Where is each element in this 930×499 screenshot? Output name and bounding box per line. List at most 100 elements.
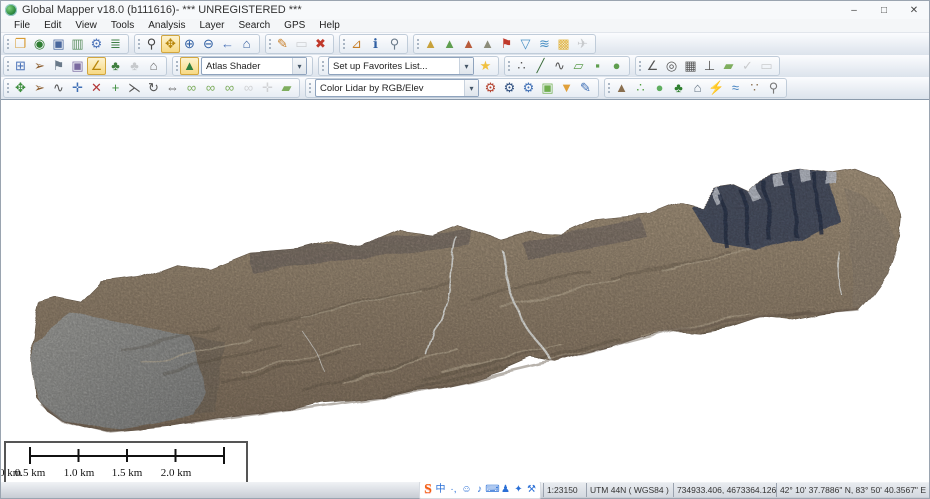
zoom-box-icon[interactable]: ⚲	[142, 35, 161, 53]
draw-line-icon[interactable]: ╱	[531, 57, 550, 75]
lidar-extract-features-icon[interactable]: ▣	[538, 79, 557, 97]
maximize-button[interactable]: □	[869, 1, 899, 19]
ime-person-icon[interactable]: ♟	[499, 483, 512, 497]
menu-file[interactable]: File	[7, 19, 37, 32]
pan-hand-icon[interactable]: ✥	[161, 35, 180, 53]
lidar-classify-gear-icon[interactable]: ⚙	[500, 79, 519, 97]
shift-feature-icon[interactable]: ➢	[30, 79, 49, 97]
class-water-icon[interactable]: ≈	[726, 79, 745, 97]
intersect-lines-icon[interactable]: ∞	[220, 79, 239, 97]
view-shed-icon[interactable]: ▲	[459, 35, 478, 53]
move-map-icon[interactable]: ✥	[11, 79, 30, 97]
measure-tool-icon[interactable]: ⊿	[347, 35, 366, 53]
chevron-down-icon[interactable]: ▾	[292, 58, 306, 74]
lidar-toolbox-gear-icon[interactable]: ⚙	[481, 79, 500, 97]
ime-toolbox-wrench-icon[interactable]: ⚒	[525, 483, 538, 497]
lidar-trees-icon[interactable]: ♣	[106, 57, 125, 75]
menu-view[interactable]: View	[68, 19, 104, 32]
split-feature-icon[interactable]: ⋋	[125, 79, 144, 97]
menu-gps[interactable]: GPS	[277, 19, 312, 32]
draw-area-icon[interactable]: ▱	[569, 57, 588, 75]
delete-vertex-icon[interactable]: ✕	[87, 79, 106, 97]
overlay-control-center-icon[interactable]: ⊞	[11, 57, 30, 75]
show-pins-icon[interactable]: ⚑	[49, 57, 68, 75]
watershed-icon[interactable]: ⚑	[497, 35, 516, 53]
draw-range-rings-icon[interactable]: ◎	[662, 57, 681, 75]
search-features-icon[interactable]: ⚲	[385, 35, 404, 53]
class-noise-query-icon[interactable]: ⚲	[764, 79, 783, 97]
lidar-filter-funnel-icon[interactable]: ▼	[557, 79, 576, 97]
draw-riser-icon[interactable]: ⊥	[700, 57, 719, 75]
connect-lines-icon[interactable]: ∞	[201, 79, 220, 97]
raster-options-icon[interactable]: ▩	[554, 35, 573, 53]
lidar-color-combobox[interactable]: Color Lidar by RGB/Elev ▾	[315, 79, 479, 97]
move-vertex-icon[interactable]: ✛	[68, 79, 87, 97]
configuration-wrench-icon[interactable]: ⚙	[87, 35, 106, 53]
menu-search[interactable]: Search	[231, 19, 277, 32]
class-building-icon[interactable]: ⌂	[688, 79, 707, 97]
draw-angle-icon[interactable]: ∠	[643, 57, 662, 75]
ime-skin-icon[interactable]: ✦	[512, 483, 525, 497]
draw-curve-icon[interactable]: ∿	[550, 57, 569, 75]
chevron-down-icon[interactable]: ▾	[459, 58, 473, 74]
open-online-data-icon[interactable]: ◉	[30, 35, 49, 53]
menu-edit[interactable]: Edit	[37, 19, 68, 32]
terrain-painting-icon[interactable]: ▲	[478, 35, 497, 53]
minimize-button[interactable]: –	[839, 1, 869, 19]
generate-contours-icon[interactable]: ≋	[535, 35, 554, 53]
ime-punctuation-icon[interactable]: ·,	[447, 483, 460, 497]
favorites-star-icon[interactable]: ★	[476, 57, 495, 75]
sogou-ime-toolbar[interactable]: S 中·,☺♪⌨♟✦⚒	[419, 481, 541, 499]
terrain-3d-view[interactable]	[1, 100, 929, 482]
open-file-icon[interactable]: ❐	[11, 35, 30, 53]
path-profile-icon[interactable]: ▲	[440, 35, 459, 53]
class-ground-points-icon[interactable]: ∵	[745, 79, 764, 97]
smooth-feature-icon[interactable]: ▰	[277, 79, 296, 97]
map-layout-icon[interactable]: ▥	[68, 35, 87, 53]
close-button[interactable]: ✕	[899, 1, 929, 19]
menu-help[interactable]: Help	[312, 19, 347, 32]
favorites-combobox[interactable]: Set up Favorites List... ▾	[328, 57, 474, 75]
join-lines-icon[interactable]: ∞	[182, 79, 201, 97]
lidar-edit-pencil-icon[interactable]: ✎	[576, 79, 595, 97]
ime-voice-icon[interactable]: ♪	[473, 483, 486, 497]
full-extent-home-icon[interactable]: ⌂	[237, 35, 256, 53]
freehand-move-icon[interactable]: ∿	[49, 79, 68, 97]
draw-circle-icon[interactable]: ●	[607, 57, 626, 75]
save-workspace-icon[interactable]: ▣	[49, 35, 68, 53]
map-view[interactable]: 0.0 km0.5 km1.0 km1.5 km2.0 km	[1, 99, 929, 482]
class-medium-vegetation-icon[interactable]: ●	[650, 79, 669, 97]
digitizer-dart-icon[interactable]: ➢	[30, 57, 49, 75]
ime-emoji-icon[interactable]: ☺	[460, 483, 473, 497]
draw-rectangle-icon[interactable]: ▪	[588, 57, 607, 75]
digitizer-pencil-icon[interactable]: ✎	[273, 35, 292, 53]
elevation-shader-icon[interactable]: ▲	[421, 35, 440, 53]
add-vertex-icon[interactable]: +	[106, 79, 125, 97]
atlas-shader-preview-icon[interactable]: ▲	[180, 57, 199, 75]
menu-analysis[interactable]: Analysis	[141, 19, 192, 32]
view-3d-icon[interactable]: ▣	[68, 57, 87, 75]
class-low-vegetation-icon[interactable]: ∴	[631, 79, 650, 97]
chevron-down-icon[interactable]: ▾	[464, 80, 478, 96]
class-powerline-icon[interactable]: ⚡	[707, 79, 726, 97]
class-ground-icon[interactable]: ▲	[612, 79, 631, 97]
draw-point-icon[interactable]: ∴	[512, 57, 531, 75]
previous-view-icon[interactable]: ←	[218, 35, 237, 53]
building-viewer-icon[interactable]: ⌂	[144, 57, 163, 75]
ime-chinese-mode-icon[interactable]: 中	[434, 483, 447, 497]
zoom-in-icon[interactable]: ⊕	[180, 35, 199, 53]
ime-keyboard-icon[interactable]: ⌨	[486, 483, 499, 497]
draw-grid-icon[interactable]: ▦	[681, 57, 700, 75]
zoom-out-icon[interactable]: ⊖	[199, 35, 218, 53]
paint-area-icon[interactable]: ▰	[719, 57, 738, 75]
class-tree-icon[interactable]: ♣	[669, 79, 688, 97]
scale-feature-icon[interactable]: ⇔	[163, 79, 182, 97]
sogou-logo-icon[interactable]: S	[422, 483, 434, 497]
lidar-auto-classify-gear-icon[interactable]: ⚙	[519, 79, 538, 97]
menu-layer[interactable]: Layer	[192, 19, 231, 32]
shader-combobox[interactable]: Atlas Shader ▾	[201, 57, 307, 75]
menu-tools[interactable]: Tools	[104, 19, 141, 32]
path-profile-toggle-icon[interactable]: ∠	[87, 57, 106, 75]
flood-simulation-icon[interactable]: ▽	[516, 35, 535, 53]
clear-selection-icon[interactable]: ✖	[311, 35, 330, 53]
